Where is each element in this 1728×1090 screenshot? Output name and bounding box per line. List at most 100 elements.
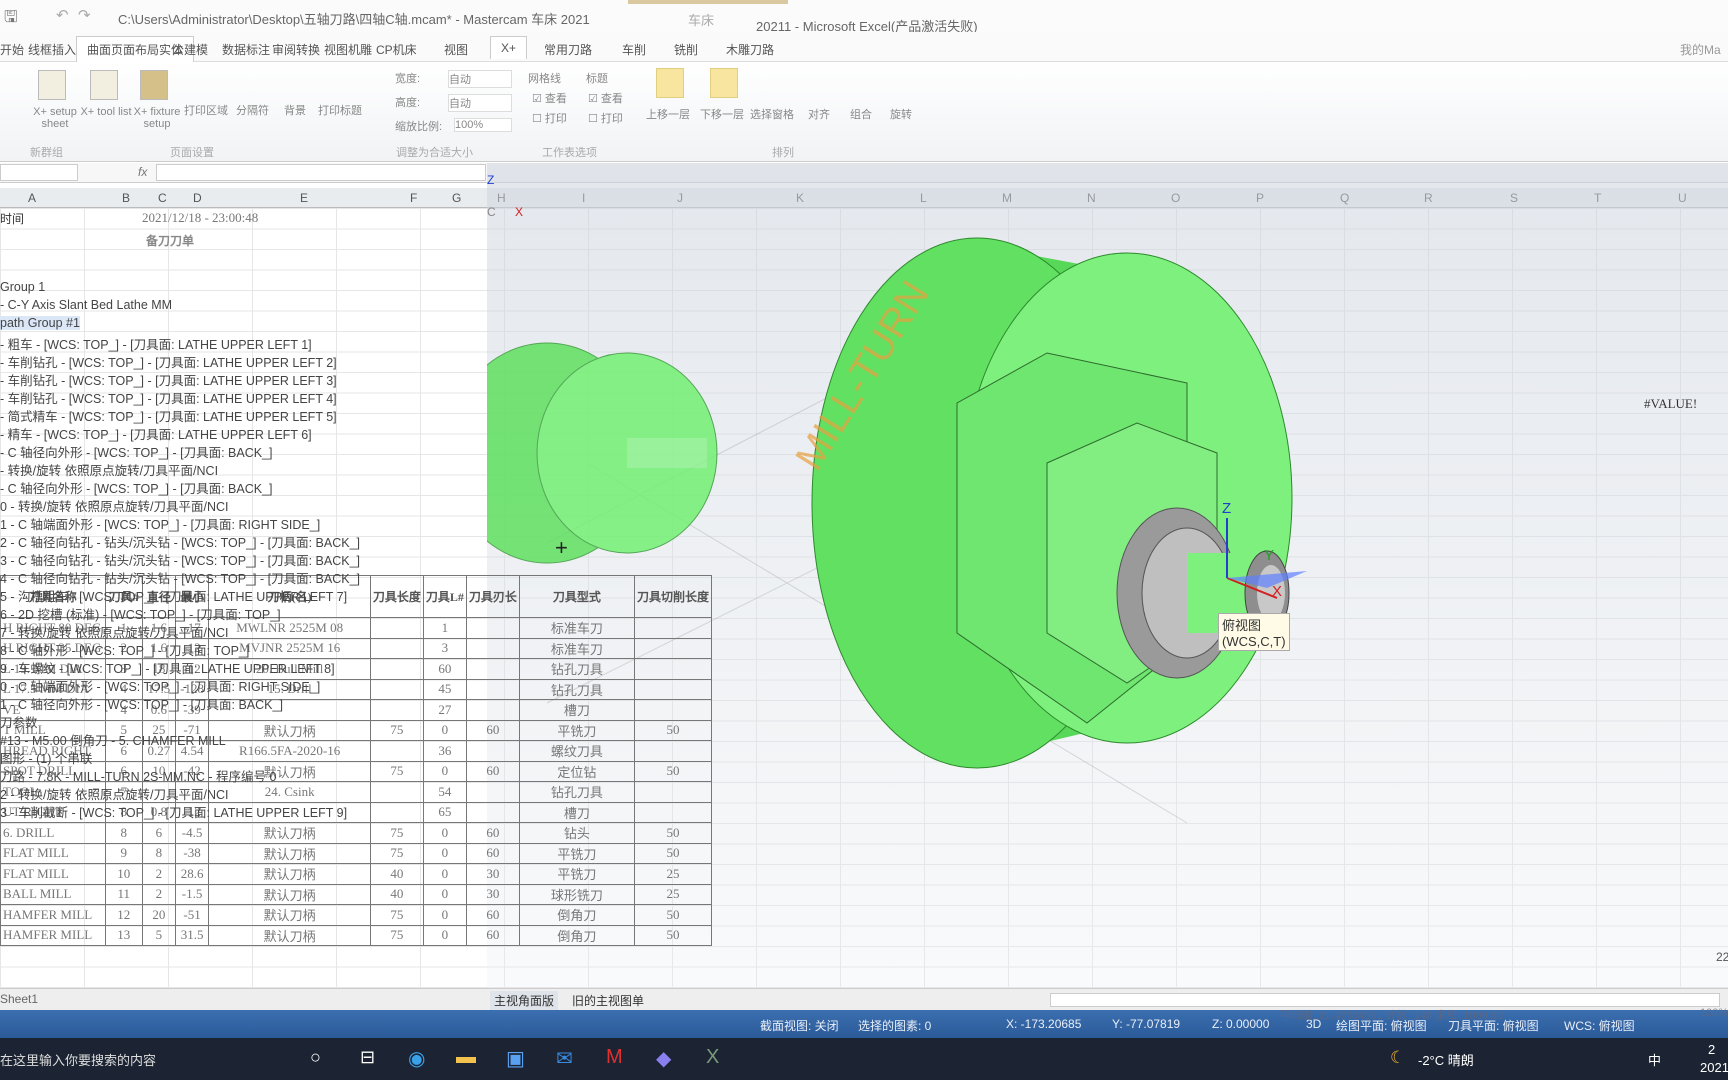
table-cell[interactable]: 6. DRILL [0, 822, 106, 844]
start-circle-icon[interactable]: ○ [310, 1047, 321, 1068]
table-cell[interactable]: 50 [633, 719, 713, 741]
table-cell[interactable]: 30 [465, 863, 520, 885]
tab-annotate[interactable]: 数据标注 [222, 41, 270, 58]
table-cell[interactable]: 36 [422, 740, 467, 762]
gridlines-view-checkbox[interactable]: ☑ 查看 [532, 90, 567, 106]
table-cell[interactable]: 平铣刀 [518, 863, 635, 885]
background-button[interactable]: 背景 [284, 102, 306, 118]
table-cell[interactable]: 75 [369, 842, 424, 864]
table-cell[interactable]: 60 [465, 719, 520, 741]
toolpath-tree-item[interactable]: 1 - C 轴端面外形 - [WCS: TOP_] - [刀具面: RIGHT … [0, 514, 320, 533]
table-cell[interactable] [465, 617, 520, 639]
toolpath-tree-item[interactable]: 5 - 沟槽粗车 - [WCS: TOP_] - [刀具面: LATHE UPP… [0, 586, 347, 605]
table-cell[interactable]: 50 [633, 924, 713, 946]
table-cell[interactable]: 钻孔刀具 [518, 781, 635, 803]
send-backward-button[interactable]: 下移一层 [700, 106, 744, 122]
table-cell[interactable]: 1 [422, 617, 467, 639]
toolpath-tree-item[interactable]: 6 - 2D 挖槽 (标准) - [WCS: TOP_] - [刀具面: TOP… [0, 604, 281, 623]
table-cell[interactable] [633, 617, 713, 639]
redo-icon[interactable]: ↷ [78, 6, 91, 24]
table-cell[interactable]: 9 [104, 842, 143, 864]
clock-time[interactable]: 2 [1708, 1042, 1715, 1057]
scale-input[interactable]: 100% [454, 118, 512, 132]
table-cell[interactable]: 钻头 [518, 822, 635, 844]
table-cell[interactable]: 3 [422, 637, 467, 659]
table-cell[interactable] [633, 658, 713, 680]
toolpath-tree-item[interactable]: 3 - C 轴径向钻孔 - 钻头/沉头钻 - [WCS: TOP_] - [刀具… [0, 550, 360, 569]
table-cell[interactable] [633, 637, 713, 659]
rotate-button[interactable]: 旋转 [890, 106, 912, 122]
table-cell[interactable] [465, 801, 520, 823]
table-cell[interactable]: 默认刀柄 [208, 719, 371, 741]
table-cell[interactable]: 标准车刀 [518, 637, 635, 659]
table-cell[interactable]: 2 [141, 863, 176, 885]
column-header-c[interactable]: C [158, 191, 167, 205]
table-cell[interactable]: 50 [633, 842, 713, 864]
table-cell[interactable]: 2 [141, 883, 176, 905]
table-cell[interactable] [633, 678, 713, 700]
table-cell[interactable]: 75 [369, 719, 424, 741]
toolpath-tree-item[interactable]: - 粗车 - [WCS: TOP_] - [刀具面: LATHE UPPER L… [0, 334, 312, 353]
table-cell[interactable]: 默认刀柄 [208, 904, 371, 926]
excel-icon[interactable]: X [706, 1046, 719, 1069]
toolpath-tree-item[interactable]: 0 - 转换/旋转 依照原点旋转/刀具平面/NCI [0, 496, 228, 515]
toolpath-tree-item[interactable]: - 车削钻孔 - [WCS: TOP_] - [刀具面: LATHE UPPER… [0, 352, 337, 371]
table-cell[interactable] [369, 617, 424, 639]
table-cell[interactable]: BALL MILL [0, 883, 106, 905]
print-titles-button[interactable]: 打印标题 [318, 102, 362, 118]
table-cell[interactable] [369, 781, 424, 803]
table-cell[interactable]: 槽刀 [518, 699, 635, 721]
name-box[interactable] [0, 164, 78, 181]
taskbar-search[interactable]: 在这里输入你要搜索的内容 [0, 1050, 296, 1090]
table-cell[interactable]: 50 [633, 904, 713, 926]
table-cell[interactable]: 倒角刀 [518, 924, 635, 946]
group-button[interactable]: 组合 [850, 106, 872, 122]
table-cell[interactable]: 5 [141, 924, 176, 946]
z-coordinate[interactable]: Z: 0.00000 [1212, 1017, 1269, 1031]
column-header-f[interactable]: F [410, 191, 417, 205]
tab-view[interactable]: 视图 [444, 41, 468, 58]
column-header-g[interactable]: G [452, 191, 461, 205]
table-cell[interactable]: 50 [633, 760, 713, 782]
table-cell[interactable]: 8 [141, 842, 176, 864]
column-header-e[interactable]: E [300, 191, 308, 205]
table-cell[interactable]: 50 [633, 822, 713, 844]
table-cell[interactable]: 13 [104, 924, 143, 946]
bring-forward-button[interactable]: 上移一层 [646, 106, 690, 122]
table-cell[interactable]: 12 [104, 904, 143, 926]
clock-date[interactable]: 2021 [1700, 1060, 1728, 1075]
table-cell[interactable]: 75 [369, 924, 424, 946]
mail-icon[interactable]: ✉ [556, 1046, 573, 1071]
table-cell[interactable]: 31.5 [174, 924, 210, 946]
table-cell[interactable]: 30 [465, 883, 520, 905]
tab-old-main-view[interactable]: 旧的主视图单 [572, 992, 644, 1009]
table-cell[interactable]: 0 [422, 719, 467, 741]
table-cell[interactable]: 65 [422, 801, 467, 823]
table-cell[interactable]: HAMFER MILL [0, 904, 106, 926]
table-cell[interactable]: 球形铣刀 [518, 883, 635, 905]
table-cell[interactable]: 27 [422, 699, 467, 721]
table-cell[interactable]: R166.5FA-2020-16 [208, 740, 371, 762]
table-cell[interactable]: 标准车刀 [518, 617, 635, 639]
toolpath-tree-item[interactable]: - 车削钻孔 - [WCS: TOP_] - [刀具面: LATHE UPPER… [0, 370, 337, 389]
table-cell[interactable] [369, 801, 424, 823]
table-cell[interactable]: 0 [422, 822, 467, 844]
table-cell[interactable]: 0 [422, 760, 467, 782]
table-cell[interactable]: 60 [465, 904, 520, 926]
table-cell[interactable] [465, 637, 520, 659]
column-header-b[interactable]: B [122, 191, 130, 205]
toolpath-tree-item[interactable]: 图形 - (1) 个串联 [0, 748, 92, 767]
table-cell[interactable]: 60 [465, 924, 520, 946]
table-cell[interactable]: 倒角刀 [518, 904, 635, 926]
table-cell[interactable]: -51 [174, 904, 210, 926]
table-cell[interactable] [465, 781, 520, 803]
table-cell[interactable] [465, 699, 520, 721]
table-cell[interactable]: -38 [174, 842, 210, 864]
width-select[interactable]: 自动 [448, 70, 512, 88]
table-cell[interactable]: 槽刀 [518, 801, 635, 823]
tab-common-toolpaths[interactable]: 常用刀路 [544, 41, 592, 58]
task-view-icon[interactable]: ⊟ [360, 1047, 375, 1068]
tab-machine[interactable]: CP机床 [376, 41, 417, 58]
tab-milling[interactable]: 铣削 [674, 41, 698, 58]
formula-input[interactable] [156, 164, 486, 181]
